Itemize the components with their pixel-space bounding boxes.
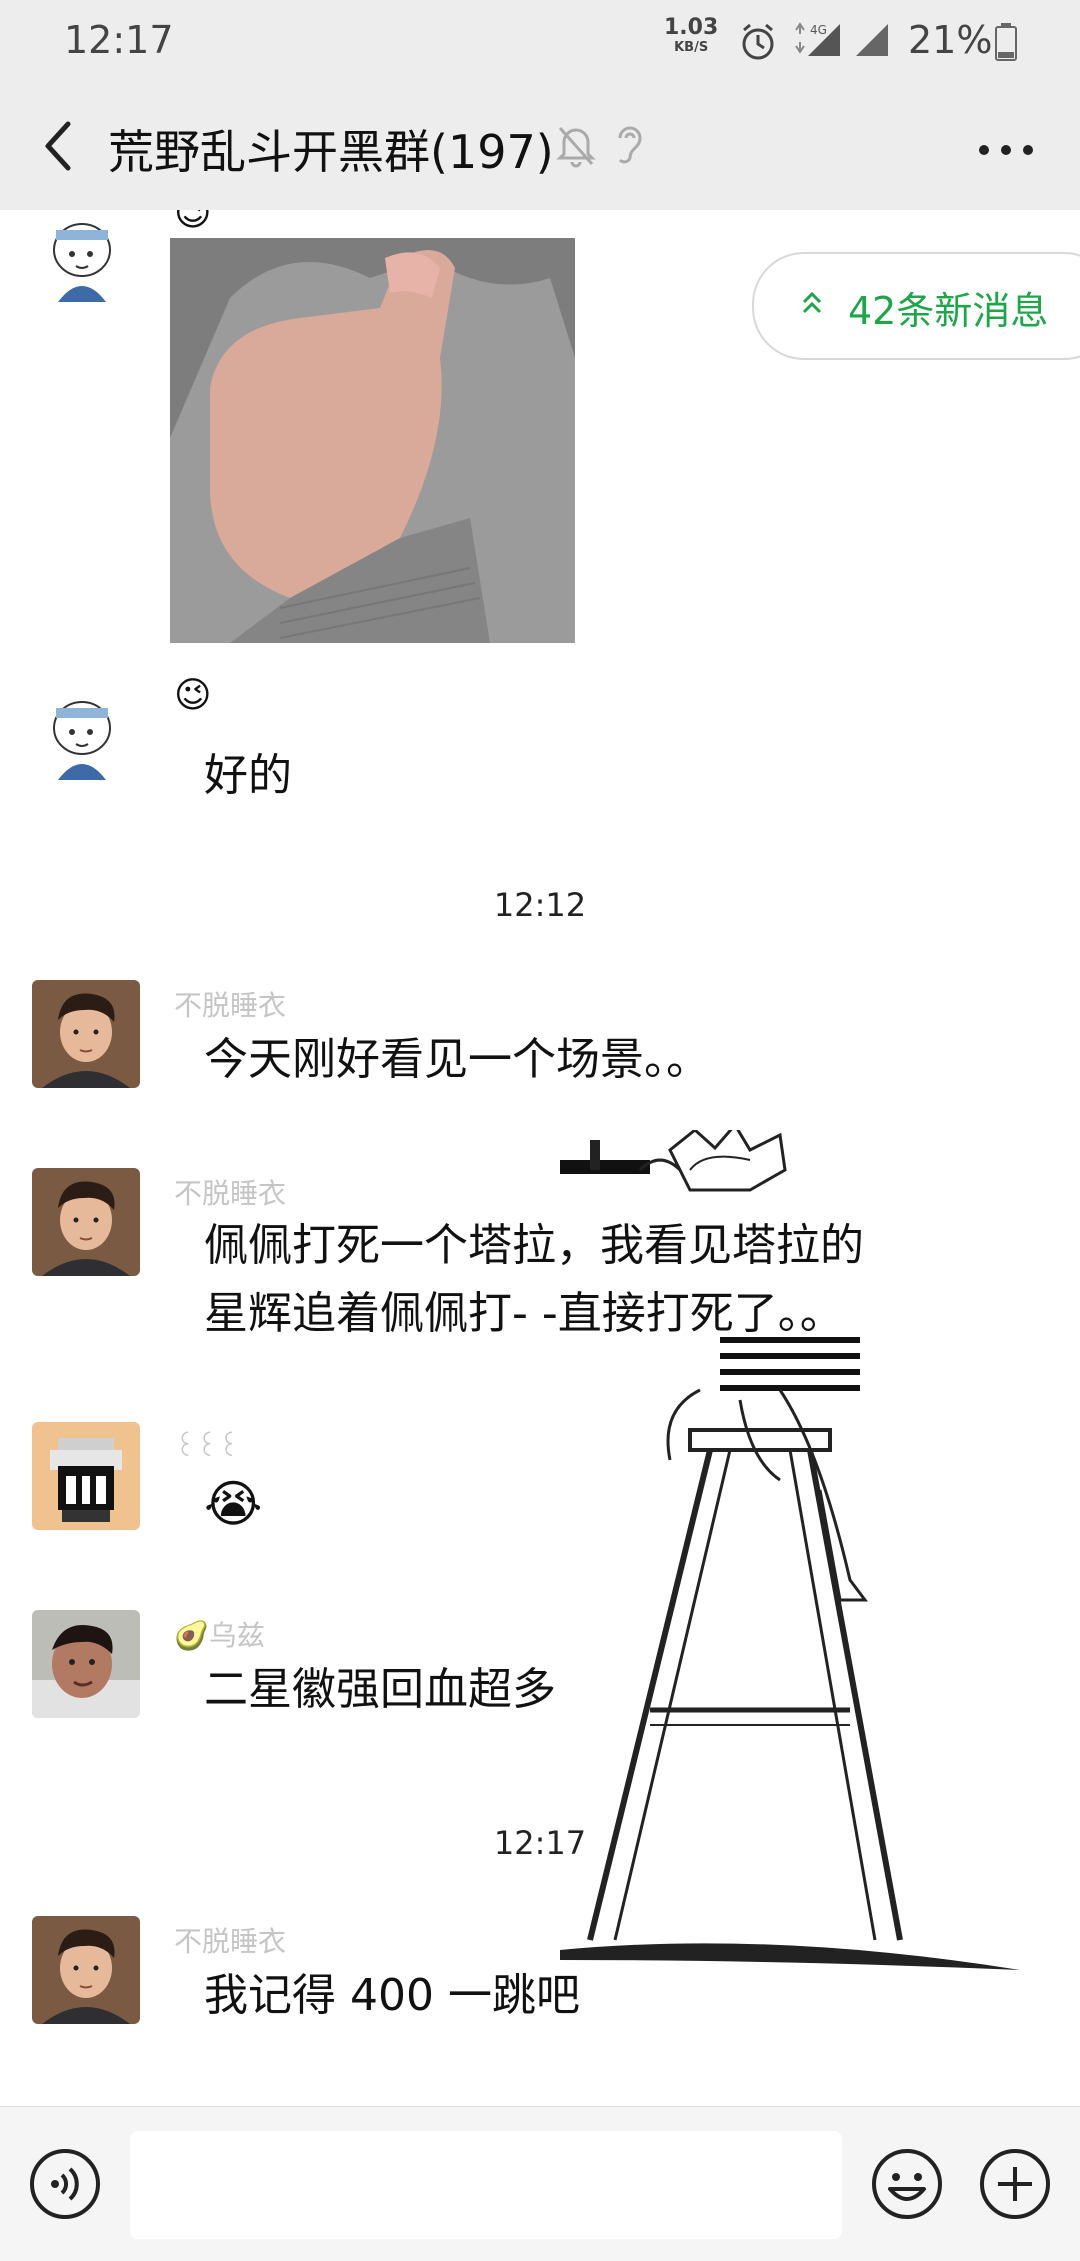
message-input[interactable] xyxy=(130,2131,842,2239)
anime-man-avatar xyxy=(32,1168,140,1276)
cartoon-boy-avatar xyxy=(34,210,134,310)
chat-title[interactable]: 荒野乱斗开黑群(197) xyxy=(108,116,554,182)
anime-man-avatar xyxy=(32,1916,140,2024)
message-text[interactable]: 今天刚好看见一个场景。。 xyxy=(204,1028,710,1092)
message-text[interactable]: 二星徽强回血超多 xyxy=(204,1658,556,1722)
sender-emoji: 🥑 xyxy=(174,1619,209,1652)
network-speed-value: 1.03 xyxy=(664,15,719,40)
sender-emoji: 😉 xyxy=(174,675,212,716)
chat-message-list[interactable]: 42条新消息 😉 😉 好的 12:12 不脱睡衣 今天刚好看见一个场景。。 不脱… xyxy=(0,210,1080,2106)
network-speed: 1.03 KB/S xyxy=(664,15,719,58)
back-button[interactable] xyxy=(30,116,90,176)
chat-header: 荒野乱斗开黑群(197) xyxy=(0,80,1080,210)
sender-name-text: 乌兹 xyxy=(208,1619,265,1652)
more-dots-icon[interactable] xyxy=(976,140,1036,160)
voice-icon[interactable] xyxy=(28,2147,102,2221)
thumbs-up-photo xyxy=(170,238,575,643)
sender-name: ꒰꒰꒰ xyxy=(174,1430,240,1463)
pixel-character-avatar xyxy=(32,1422,140,1530)
sender-name: 不脱睡衣 xyxy=(174,989,287,1022)
new-messages-button[interactable]: 42条新消息 xyxy=(752,252,1080,360)
message-emoji[interactable]: 😭 xyxy=(204,1472,262,1536)
ear-icon xyxy=(618,126,642,164)
alarm-icon xyxy=(742,23,774,60)
avatar[interactable] xyxy=(32,980,140,1088)
avatar[interactable] xyxy=(32,1610,140,1718)
signal-icon xyxy=(856,24,888,56)
sender-name: 不脱睡衣 xyxy=(174,1177,287,1210)
status-time: 12:17 xyxy=(64,18,174,62)
battery-icon xyxy=(995,23,1017,61)
cartoon-boy-avatar xyxy=(34,688,134,788)
avatar[interactable] xyxy=(32,1168,140,1276)
message-text-line-1[interactable]: 佩佩打死一个塔拉，我看见塔拉的 xyxy=(204,1214,864,1278)
message-text[interactable]: 好的 xyxy=(204,744,292,808)
message-image[interactable] xyxy=(170,238,575,643)
avatar[interactable] xyxy=(34,688,134,788)
emoji-icon[interactable] xyxy=(870,2147,944,2221)
photo-man-avatar xyxy=(32,1610,140,1718)
battery-percent: 21% xyxy=(908,18,993,62)
network-speed-unit: KB/S xyxy=(674,40,709,55)
input-bar xyxy=(0,2106,1080,2261)
avatar[interactable] xyxy=(34,210,134,310)
status-bar: 12:17 1.03 KB/S 4G 21% xyxy=(0,0,1080,80)
avatar[interactable] xyxy=(32,1916,140,2024)
signal-4g-icon: 4G xyxy=(795,22,840,56)
sender-name: 不脱睡衣 xyxy=(174,1925,287,1958)
timestamp: 12:17 xyxy=(493,1824,587,1862)
plus-icon[interactable] xyxy=(978,2147,1052,2221)
mute-bell-icon xyxy=(556,127,596,168)
double-chevron-up-icon xyxy=(802,291,822,314)
avatar[interactable] xyxy=(32,1422,140,1530)
new-messages-label: 42条新消息 xyxy=(848,289,1049,333)
network-label: 4G xyxy=(810,23,827,37)
message-text-line-2[interactable]: 星辉追着佩佩打- -直接打死了。。 xyxy=(204,1282,844,1346)
timestamp: 12:12 xyxy=(493,886,587,924)
message-text[interactable]: 我记得 400 一跳吧 xyxy=(204,1964,580,2028)
anime-man-avatar xyxy=(32,980,140,1088)
sender-name: 🥑乌兹 xyxy=(174,1614,265,1654)
